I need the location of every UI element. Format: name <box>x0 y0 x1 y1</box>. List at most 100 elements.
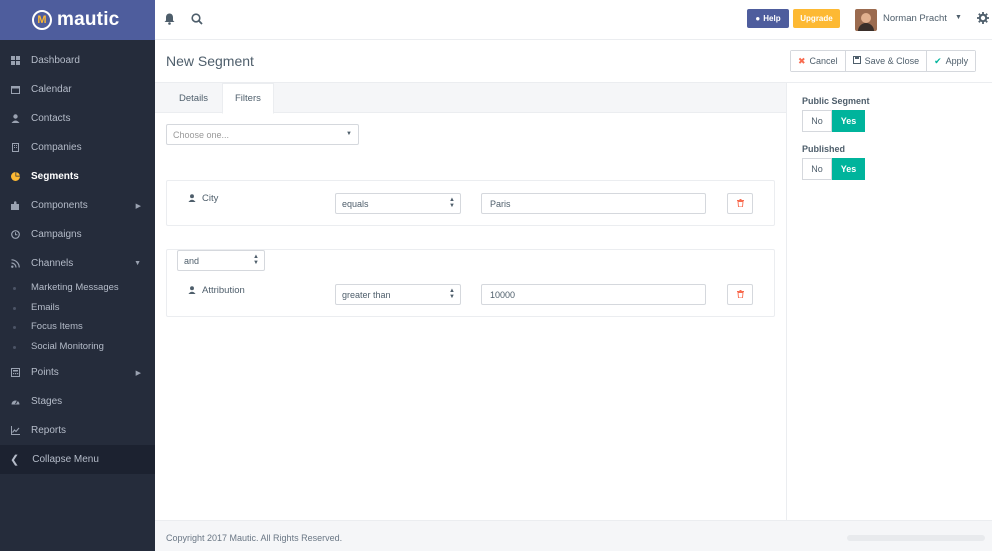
trash-icon <box>736 198 744 209</box>
rss-icon <box>10 259 20 269</box>
select-arrows-icon: ▲ ▼ <box>253 254 259 266</box>
no-label: No <box>811 116 823 126</box>
mautic-logo-icon: M <box>32 10 52 30</box>
user-icon <box>10 114 20 124</box>
sidebar-subitem-marketing-messages[interactable]: Marketing Messages <box>0 278 155 298</box>
filter-field-name: City <box>202 193 219 204</box>
line-chart-icon <box>10 426 20 436</box>
right-panel: Public Segment No Yes Published No Yes <box>786 83 992 520</box>
cancel-button[interactable]: ✖ Cancel <box>791 51 846 71</box>
glue-value: and <box>184 255 200 266</box>
delete-filter-button[interactable] <box>727 193 753 214</box>
add-filter-select[interactable]: Choose one... ▼ <box>166 124 359 145</box>
published-no[interactable]: No <box>802 158 832 180</box>
apply-label: Apply <box>945 56 969 66</box>
public-segment-label: Public Segment <box>802 96 870 106</box>
grid-icon <box>10 56 20 66</box>
sidebar-subitem-social-monitoring[interactable]: Social Monitoring <box>0 337 155 357</box>
chevron-right-icon: ▶ <box>135 202 141 210</box>
operator-select[interactable]: equals ▲ ▼ <box>335 193 461 214</box>
search-icon[interactable] <box>191 13 205 27</box>
collapse-menu-label: Collapse Menu <box>32 454 99 465</box>
close-icon: ✖ <box>798 55 806 66</box>
filter-row: and ▲ ▼ Attribution greater than ▲ ▼ 10000 <box>166 249 775 317</box>
secondary-nav: Points ▶ Stages Reports <box>0 356 155 445</box>
save-close-label: Save & Close <box>864 56 920 66</box>
bell-icon[interactable] <box>164 13 178 27</box>
page-header: New Segment ✖ Cancel Save & Close ✔ Appl… <box>155 40 992 83</box>
filter-field-name: Attribution <box>202 285 245 296</box>
sidebar-subitem-emails[interactable]: Emails <box>0 298 155 318</box>
logo[interactable]: M mautic <box>0 0 155 40</box>
user-name[interactable]: Norman Pracht <box>883 13 947 24</box>
select-arrows-icon: ▲ ▼ <box>449 288 455 300</box>
save-icon <box>852 56 861 66</box>
channels-subnav: Marketing Messages Emails Focus Items So… <box>0 278 155 356</box>
filter-value-input[interactable]: Paris <box>481 193 706 214</box>
chevron-down-icon: ▼ <box>134 260 141 267</box>
header-actions: ✖ Cancel Save & Close ✔ Apply <box>790 50 977 72</box>
sidebar-item-label: Components <box>31 200 88 211</box>
upgrade-label: Upgrade <box>800 14 833 23</box>
check-icon: ✔ <box>934 55 942 66</box>
glue-select[interactable]: and ▲ ▼ <box>177 250 265 271</box>
calendar-icon <box>10 85 20 95</box>
sidebar-item-stages[interactable]: Stages <box>0 387 155 416</box>
filter-value: 10000 <box>490 289 516 300</box>
sidebar-item-reports[interactable]: Reports <box>0 416 155 445</box>
avatar[interactable] <box>855 9 877 31</box>
sidebar-subitem-focus-items[interactable]: Focus Items <box>0 317 155 337</box>
sidebar-item-label: Segments <box>31 171 79 182</box>
upgrade-button[interactable]: Upgrade <box>793 9 840 28</box>
tab-details[interactable]: Details <box>167 83 220 113</box>
delete-filter-button[interactable] <box>727 284 753 305</box>
help-button[interactable]: ● Help <box>747 9 789 28</box>
sidebar-item-components[interactable]: Components ▶ <box>0 191 155 220</box>
pie-chart-icon <box>10 172 20 182</box>
sidebar-item-channels[interactable]: Channels ▼ <box>0 249 155 278</box>
operator-select[interactable]: greater than ▲ ▼ <box>335 284 461 305</box>
sidebar-item-segments[interactable]: Segments <box>0 162 155 191</box>
public-segment-yes[interactable]: Yes <box>832 110 865 132</box>
filter-value-input[interactable]: 10000 <box>481 284 706 305</box>
tachometer-icon <box>10 397 20 407</box>
tab-filters[interactable]: Filters <box>222 83 274 114</box>
apply-button[interactable]: ✔ Apply <box>927 51 976 71</box>
building-icon <box>10 143 20 153</box>
sidebar-item-label: Campaigns <box>31 229 82 240</box>
sidebar-item-points[interactable]: Points ▶ <box>0 358 155 387</box>
public-segment-toggle: No Yes <box>802 110 865 132</box>
filter-value: Paris <box>490 198 511 209</box>
public-segment-no[interactable]: No <box>802 110 832 132</box>
caret-down-icon[interactable]: ▼ <box>955 14 962 21</box>
tab-label: Filters <box>235 93 261 104</box>
add-filter-placeholder: Choose one... <box>173 129 230 140</box>
operator-value: equals <box>342 198 369 209</box>
gear-icon[interactable] <box>977 12 989 27</box>
sidebar-item-dashboard[interactable]: Dashboard <box>0 46 155 75</box>
sidebar-item-calendar[interactable]: Calendar <box>0 75 155 104</box>
chevron-left-icon: ❮ <box>10 454 20 466</box>
yes-label: Yes <box>840 164 857 174</box>
filter-field-label: Attribution <box>188 285 245 296</box>
yes-label: Yes <box>840 116 857 126</box>
sidebar-item-contacts[interactable]: Contacts <box>0 104 155 133</box>
calculator-icon <box>10 368 20 378</box>
collapse-menu-button[interactable]: ❮ Collapse Menu <box>0 445 155 474</box>
trash-icon <box>736 289 744 300</box>
main-nav: Dashboard Calendar Contacts Companies Se… <box>0 40 155 278</box>
save-close-button[interactable]: Save & Close <box>845 51 928 71</box>
sidebar-item-label: Contacts <box>31 113 71 124</box>
published-toggle: No Yes <box>802 158 865 180</box>
brand-name: mautic <box>57 9 120 30</box>
sidebar-item-label: Calendar <box>31 84 72 95</box>
operator-value: greater than <box>342 289 391 300</box>
sidebar-item-campaigns[interactable]: Campaigns <box>0 220 155 249</box>
horizontal-scrollbar[interactable] <box>847 535 985 541</box>
no-label: No <box>811 164 823 174</box>
caret-down-icon: ▼ <box>346 131 352 137</box>
sidebar-item-companies[interactable]: Companies <box>0 133 155 162</box>
sidebar-subitem-label: Social Monitoring <box>31 340 104 352</box>
published-yes[interactable]: Yes <box>832 158 865 180</box>
puzzle-icon <box>10 201 20 211</box>
